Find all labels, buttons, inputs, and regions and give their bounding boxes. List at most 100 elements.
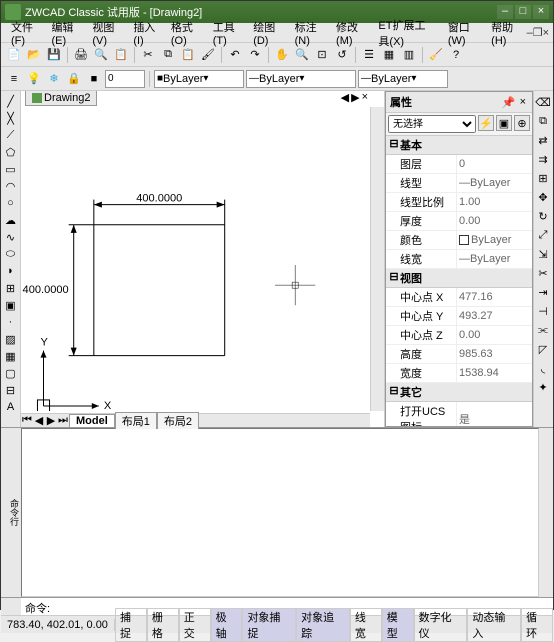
prop-layer-val[interactable]: 0 xyxy=(456,155,532,173)
tab-prev-icon[interactable]: ◀ xyxy=(33,414,45,427)
tab-close-icon[interactable]: × xyxy=(362,91,368,104)
collapse-icon[interactable]: ⊟ xyxy=(388,137,400,153)
command-grip[interactable]: 命令行 xyxy=(1,428,21,597)
clean-icon[interactable]: 🧹 xyxy=(427,46,445,64)
prop-color-val[interactable]: ByLayer xyxy=(456,231,532,249)
scale-icon[interactable]: ⤢ xyxy=(534,226,552,244)
color-select[interactable]: ■ ByLayer ▾ xyxy=(154,70,244,88)
spline-icon[interactable]: ∿ xyxy=(2,229,20,245)
model-tab[interactable]: Model xyxy=(69,414,115,427)
menu-view[interactable]: 视图(V) xyxy=(86,17,127,49)
doc-tab-label[interactable]: Drawing2 xyxy=(44,92,90,104)
publish-icon[interactable]: 📋 xyxy=(112,46,130,64)
circle-icon[interactable]: ○ xyxy=(2,195,20,211)
lineweight-select[interactable]: — ByLayer ▾ xyxy=(358,70,448,88)
close-button[interactable]: × xyxy=(533,5,549,19)
point-icon[interactable]: · xyxy=(2,314,20,330)
arc-icon[interactable]: ◠ xyxy=(2,178,20,194)
preview-icon[interactable]: 🔍 xyxy=(92,46,110,64)
menu-insert[interactable]: 插入(I) xyxy=(127,17,165,49)
help-icon[interactable]: ? xyxy=(447,46,465,64)
mirror-icon[interactable]: ⇄ xyxy=(534,131,552,149)
tab-next-icon[interactable]: ▶ xyxy=(45,414,57,427)
layer-manager-icon[interactable]: ≡ xyxy=(5,70,23,88)
panel-close-icon[interactable]: × xyxy=(518,96,528,108)
status-7[interactable]: 模型 xyxy=(382,608,414,642)
new-icon[interactable]: 📄 xyxy=(5,46,23,64)
ellipse-icon[interactable]: ⬭ xyxy=(2,246,20,262)
zoom-icon[interactable]: 🔍 xyxy=(293,46,311,64)
coordinates[interactable]: 783.40, 402.01, 0.00 xyxy=(1,619,115,631)
redo-icon[interactable]: ↷ xyxy=(246,46,264,64)
erase-icon[interactable]: ⌫ xyxy=(534,93,552,111)
layer-0-select[interactable]: 0 xyxy=(105,70,145,88)
pickadd-icon[interactable]: ⊕ xyxy=(514,115,530,131)
mtext-icon[interactable]: A xyxy=(2,399,20,415)
layout2-tab[interactable]: 布局2 xyxy=(157,412,199,429)
prop-height-val[interactable]: 985.63 xyxy=(456,345,532,363)
status-9[interactable]: 动态输入 xyxy=(467,608,521,642)
stretch-icon[interactable]: ⇲ xyxy=(534,245,552,263)
match-icon[interactable]: 🖌 xyxy=(199,46,217,64)
prop-centerz-val[interactable]: 0.00 xyxy=(456,326,532,344)
copy-obj-icon[interactable]: ⧉ xyxy=(534,112,552,130)
revcloud-icon[interactable]: ☁ xyxy=(2,212,20,228)
menu-dimension[interactable]: 标注(N) xyxy=(289,17,330,49)
insert-block-icon[interactable]: ⊞ xyxy=(2,280,20,296)
design-center-icon[interactable]: ▦ xyxy=(380,46,398,64)
quick-select-icon[interactable]: ⚡ xyxy=(478,115,494,131)
copy-icon[interactable]: ⧉ xyxy=(159,46,177,64)
extend-icon[interactable]: ⇥ xyxy=(534,283,552,301)
zoom-prev-icon[interactable]: ↺ xyxy=(333,46,351,64)
prop-width-val[interactable]: 1538.94 xyxy=(456,364,532,382)
rotate-icon[interactable]: ↻ xyxy=(534,207,552,225)
make-block-icon[interactable]: ▣ xyxy=(2,297,20,313)
open-icon[interactable]: 📂 xyxy=(25,46,43,64)
menu-help[interactable]: 帮助(H) xyxy=(485,17,526,49)
rectangle-icon[interactable]: ▭ xyxy=(2,161,20,177)
layer-freeze-icon[interactable]: ❄ xyxy=(45,70,63,88)
fillet-icon[interactable]: ◟ xyxy=(534,359,552,377)
hatch-icon[interactable]: ▨ xyxy=(2,331,20,347)
trim-icon[interactable]: ✂ xyxy=(534,264,552,282)
layout1-tab[interactable]: 布局1 xyxy=(115,412,157,429)
menu-tools[interactable]: 工具(T) xyxy=(207,17,247,49)
menu-format[interactable]: 格式(O) xyxy=(165,17,207,49)
drawing-area[interactable]: Drawing2 ◀ ▶ × 400.0000 xyxy=(21,91,385,427)
prop-linetype-val[interactable]: — ByLayer xyxy=(456,174,532,192)
status-1[interactable]: 栅格 xyxy=(147,608,179,642)
break-icon[interactable]: ⊣ xyxy=(534,302,552,320)
tab-left-icon[interactable]: ◀ xyxy=(341,91,349,104)
properties-icon[interactable]: ☰ xyxy=(360,46,378,64)
prop-thickness-val[interactable]: 0.00 xyxy=(456,212,532,230)
ellipse-arc-icon[interactable]: ◗ xyxy=(2,263,20,279)
status-2[interactable]: 正交 xyxy=(179,608,211,642)
menu-file[interactable]: 文件(F) xyxy=(5,17,45,49)
array-icon[interactable]: ⊞ xyxy=(534,169,552,187)
status-4[interactable]: 对象捕捉 xyxy=(242,608,296,642)
explode-icon[interactable]: ✦ xyxy=(534,378,552,396)
command-scrollbar[interactable] xyxy=(539,428,553,597)
join-icon[interactable]: ⫘ xyxy=(534,321,552,339)
doc-close-button[interactable]: × xyxy=(543,27,549,39)
tool-palette-icon[interactable]: ▥ xyxy=(400,46,418,64)
status-6[interactable]: 线宽 xyxy=(350,608,382,642)
pan-icon[interactable]: ✋ xyxy=(273,46,291,64)
menu-window[interactable]: 窗口(W) xyxy=(442,17,485,49)
print-icon[interactable]: 🖨 xyxy=(72,46,90,64)
tab-last-icon[interactable]: ⏭ xyxy=(57,414,69,427)
cut-icon[interactable]: ✂ xyxy=(139,46,157,64)
tab-first-icon[interactable]: ⏮ xyxy=(21,414,33,427)
menu-draw[interactable]: 绘图(D) xyxy=(247,17,288,49)
selection-dropdown[interactable]: 无选择 xyxy=(388,115,476,133)
offset-icon[interactable]: ⇉ xyxy=(534,150,552,168)
prop-centerx-val[interactable]: 477.16 xyxy=(456,288,532,306)
polygon-icon[interactable]: ⬠ xyxy=(2,144,20,160)
chamfer-icon[interactable]: ◸ xyxy=(534,340,552,358)
move-icon[interactable]: ✥ xyxy=(534,188,552,206)
status-10[interactable]: 循环 xyxy=(521,608,553,642)
prop-ltscale-val[interactable]: 1.00 xyxy=(456,193,532,211)
line-icon[interactable]: ╱ xyxy=(2,93,20,109)
layer-color-icon[interactable]: ■ xyxy=(85,70,103,88)
panel-pin-icon[interactable]: 📌 xyxy=(500,96,518,109)
